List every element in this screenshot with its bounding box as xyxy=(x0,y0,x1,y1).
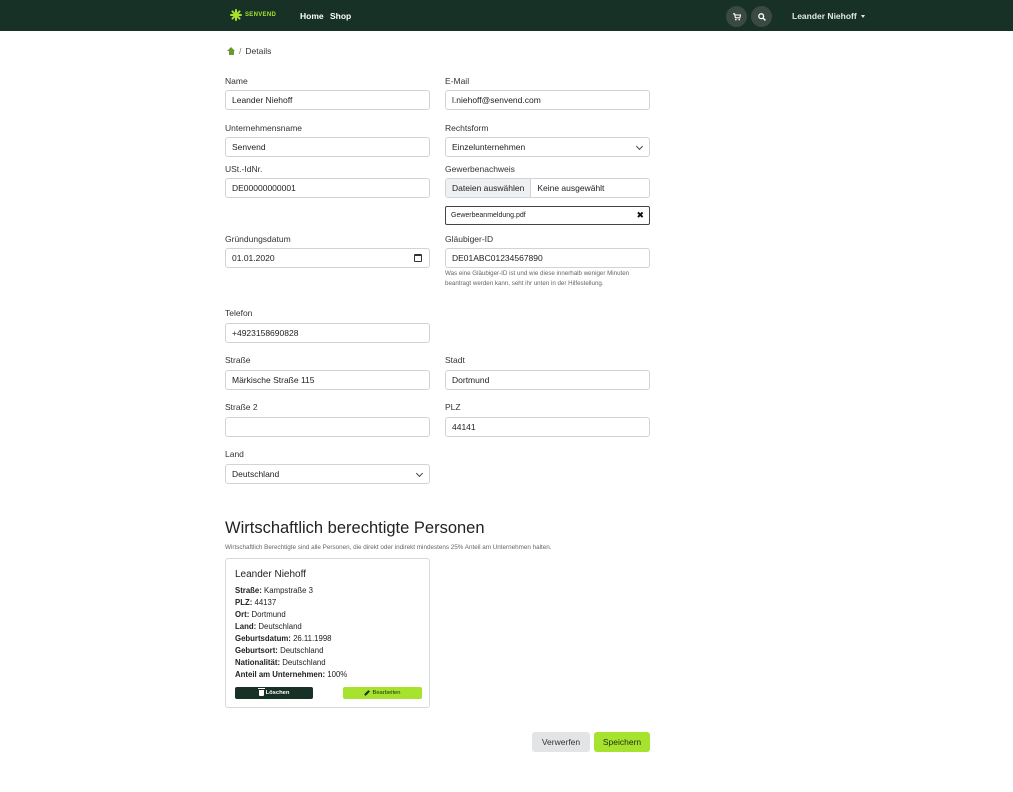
uploaded-file-name: Gewerbeanmeldung.pdf xyxy=(451,212,526,219)
phone-input[interactable]: +4923158690828 xyxy=(225,323,430,343)
street2-label: Straße 2 xyxy=(225,402,258,412)
person-detail-row: Straße: Kampstraße 3 xyxy=(235,586,314,595)
edit-person-button[interactable]: Bearbeiten xyxy=(343,687,422,699)
zip-label: PLZ xyxy=(445,402,461,412)
person-detail-row: Land: Deutschland xyxy=(235,622,302,631)
home-icon[interactable] xyxy=(227,47,235,55)
country-value: Deutschland xyxy=(232,469,280,479)
navbar: SENVEND Home Shop Leander Niehoff xyxy=(0,0,1013,31)
beneficiaries-title: Wirtschaftlich berechtigte Personen xyxy=(225,519,485,537)
country-select[interactable]: Deutschland xyxy=(225,464,430,484)
name-input[interactable]: Leander Niehoff xyxy=(225,90,430,110)
vat-id-input[interactable]: DE00000000001 xyxy=(225,178,430,198)
name-label: Name xyxy=(225,76,248,86)
trade-license-file-input[interactable]: Dateien auswählen Keine ausgewählt xyxy=(445,178,650,198)
remove-file-icon[interactable]: ✖ xyxy=(636,210,644,221)
calendar-icon[interactable] xyxy=(414,254,422,262)
company-input[interactable]: Senvend xyxy=(225,137,430,157)
cart-button[interactable] xyxy=(726,6,747,27)
search-button[interactable] xyxy=(751,6,772,27)
legal-form-label: Rechtsform xyxy=(445,123,489,133)
vat-id-label: USt.-IdNr. xyxy=(225,164,263,174)
search-icon xyxy=(757,12,766,21)
street-input[interactable]: Märkische Straße 115 xyxy=(225,370,430,390)
choose-files-button[interactable]: Dateien auswählen xyxy=(446,179,532,197)
creditor-id-help: Was eine Gläubiger-ID ist und wie diese … xyxy=(445,270,630,287)
legal-form-select[interactable]: Einzelunternehmen xyxy=(445,137,650,157)
street2-input[interactable] xyxy=(225,417,430,437)
beneficiaries-description: Wirtschaftlich Berechtigte sind alle Per… xyxy=(225,544,552,551)
person-details: Straße: Kampstraße 3 PLZ: 44137 Ort: Dor… xyxy=(235,585,347,681)
email-input[interactable]: l.niehoff@senvend.com xyxy=(445,90,650,110)
person-name: Leander Niehoff xyxy=(235,569,306,580)
delete-person-button[interactable]: Löschen xyxy=(235,687,313,699)
breadcrumb-current: Details xyxy=(245,46,272,56)
chevron-down-icon xyxy=(415,469,424,478)
creditor-id-label: Gläubiger-ID xyxy=(445,234,494,244)
user-name: Leander Niehoff xyxy=(792,11,857,21)
pencil-icon xyxy=(364,690,371,696)
founding-date-input[interactable]: 01.01.2020 xyxy=(225,248,430,268)
caret-down-icon xyxy=(860,15,865,19)
delete-label: Löschen xyxy=(265,690,290,696)
person-detail-row: Nationalität: Deutschland xyxy=(235,658,326,667)
zip-input[interactable]: 44141 xyxy=(445,417,650,437)
founding-date-label: Gründungsdatum xyxy=(225,234,291,244)
person-detail-row: Ort: Dortmund xyxy=(235,610,286,619)
cart-icon xyxy=(732,12,741,20)
breadcrumb: / Details xyxy=(227,46,271,56)
phone-label: Telefon xyxy=(225,308,253,318)
person-detail-row: Geburtsort: Deutschland xyxy=(235,646,324,655)
company-label: Unternehmensname xyxy=(225,123,303,133)
breadcrumb-separator: / xyxy=(239,46,242,56)
uploaded-file-chip: Gewerbeanmeldung.pdf ✖ xyxy=(445,206,650,225)
founding-date-value: 01.01.2020 xyxy=(232,253,275,263)
brand-name: SENVEND xyxy=(245,12,277,18)
brand-icon xyxy=(230,9,242,21)
brand-logo[interactable]: SENVEND xyxy=(230,9,276,21)
file-status-text: Keine ausgewählt xyxy=(537,183,605,193)
trash-icon xyxy=(257,688,265,696)
person-detail-row: Geburtsdatum: 26.11.1998 xyxy=(235,634,332,643)
country-label: Land xyxy=(225,449,244,459)
nav-link-shop[interactable]: Shop xyxy=(330,11,351,21)
nav-link-home[interactable]: Home xyxy=(300,11,324,21)
city-input[interactable]: Dortmund xyxy=(445,370,650,390)
email-label: E-Mail xyxy=(445,76,470,86)
discard-button[interactable]: Verwerfen xyxy=(532,732,590,752)
street-label: Straße xyxy=(225,355,251,365)
legal-form-value: Einzelunternehmen xyxy=(452,142,526,152)
person-detail-row: Anteil am Unternehmen: 100% xyxy=(235,670,348,679)
chevron-down-icon xyxy=(635,142,644,151)
trade-license-label: Gewerbenachweis xyxy=(445,164,515,174)
edit-label: Bearbeiten xyxy=(372,690,401,696)
city-label: Stadt xyxy=(445,355,465,365)
creditor-id-input[interactable]: DE01ABC01234567890 xyxy=(445,248,650,268)
user-menu[interactable]: Leander Niehoff xyxy=(792,11,865,21)
save-button[interactable]: Speichern xyxy=(594,732,650,752)
person-card: Leander Niehoff Straße: Kampstraße 3 PLZ… xyxy=(225,558,430,708)
person-detail-row: PLZ: 44137 xyxy=(235,598,277,607)
